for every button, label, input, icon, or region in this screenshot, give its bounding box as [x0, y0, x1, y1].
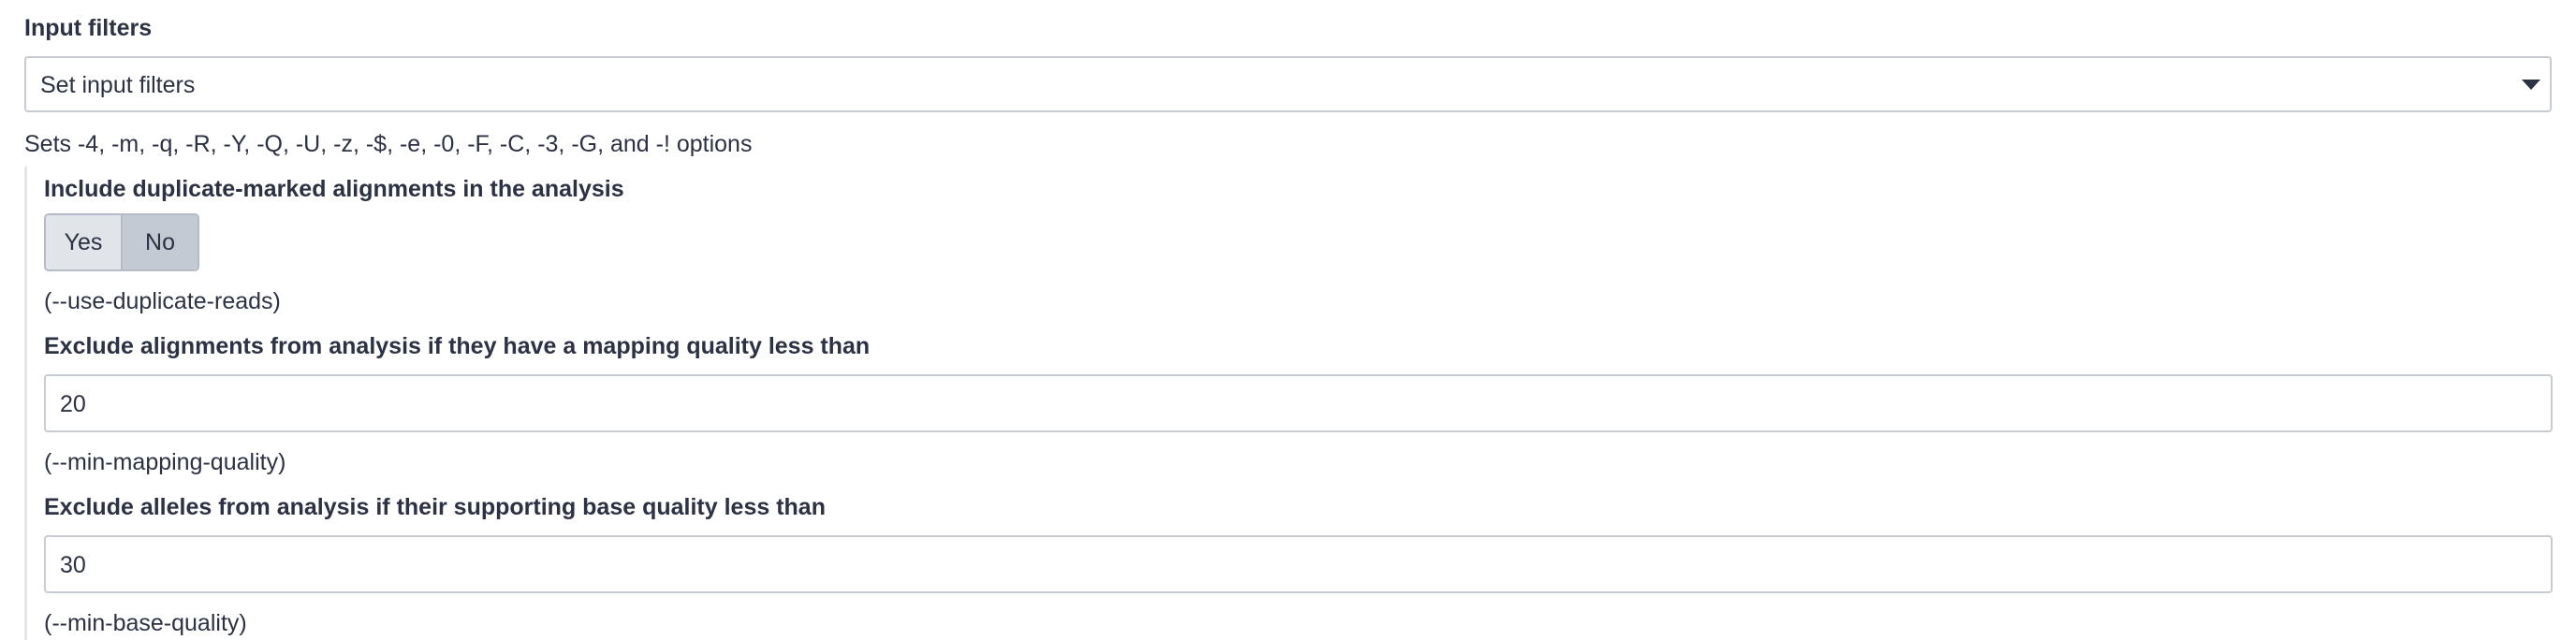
base-quality-label: Exclude alleles from analysis if their s… — [44, 494, 826, 520]
caret-down-icon — [2522, 80, 2540, 90]
section-body: Include duplicate-marked alignments in t… — [24, 167, 2553, 640]
section-help-text: Sets -4, -m, -q, -R, -Y, -Q, -U, -z, -$,… — [24, 131, 753, 157]
duplicate-reads-toggle[interactable]: Yes No — [44, 213, 199, 271]
mapping-quality-input[interactable]: 20 — [44, 374, 2553, 432]
mapping-quality-help: (--min-mapping-quality) — [44, 449, 286, 475]
duplicate-reads-label: Include duplicate-marked alignments in t… — [44, 176, 624, 202]
base-quality-help: (--min-base-quality) — [44, 610, 247, 636]
input-filters-section: Input filters Set input filters Sets -4,… — [0, 0, 2576, 640]
input-filters-select[interactable]: Set input filters — [24, 56, 2552, 112]
select-value: Set input filters — [40, 72, 196, 98]
mapping-quality-label: Exclude alignments from analysis if they… — [44, 333, 871, 359]
mapping-quality-value: 20 — [60, 391, 86, 417]
base-quality-input[interactable]: 30 — [44, 535, 2553, 593]
toggle-no-button[interactable]: No — [123, 215, 198, 269]
toggle-yes-button[interactable]: Yes — [46, 215, 123, 269]
base-quality-value: 30 — [60, 552, 86, 578]
section-label: Input filters — [24, 15, 153, 41]
duplicate-reads-help: (--use-duplicate-reads) — [44, 288, 281, 314]
